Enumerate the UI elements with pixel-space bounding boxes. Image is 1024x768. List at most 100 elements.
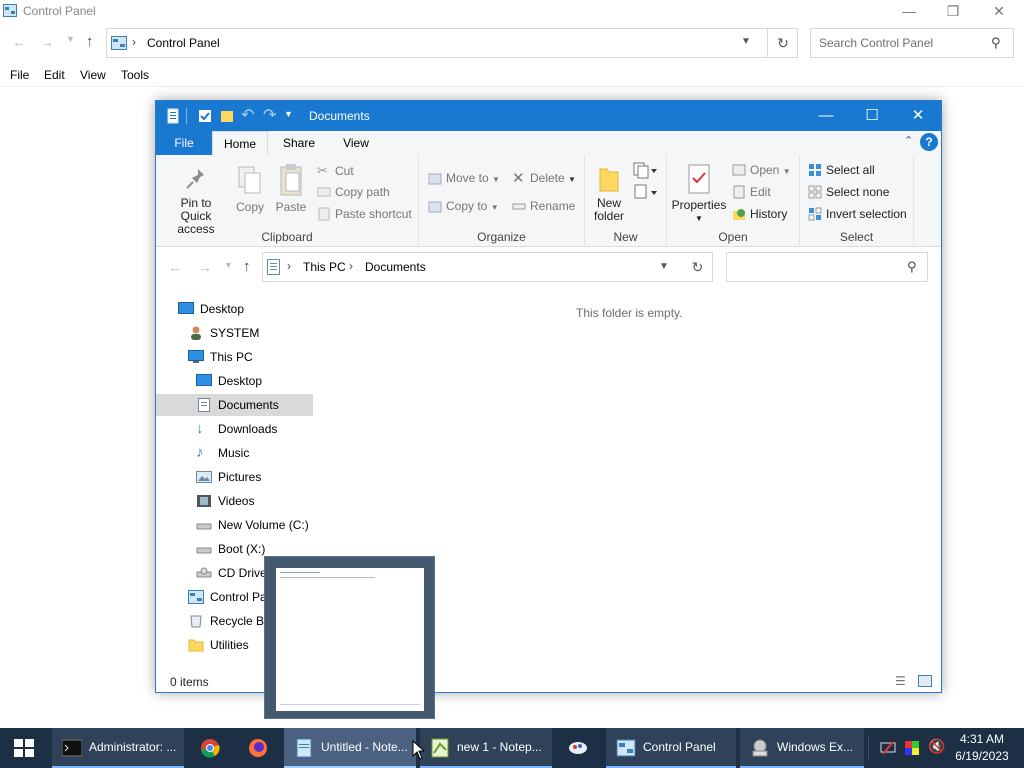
back-icon[interactable]: ← — [168, 259, 182, 275]
explorer-title-bar[interactable]: ↶ ↷ ▼ Documents — ☐ ✕ — [156, 101, 941, 131]
recent-locations-icon[interactable]: ▼ — [224, 260, 233, 270]
search-icon[interactable]: ⚲ — [907, 259, 917, 275]
menu-file[interactable]: File — [10, 68, 29, 82]
copy-to-button[interactable]: Copy to ▼ — [428, 199, 499, 213]
collapse-ribbon-icon[interactable]: ⌃ — [904, 134, 913, 147]
delete-button[interactable]: ✕ Delete ▼ — [512, 169, 576, 187]
breadcrumb-this-pc[interactable]: This PC — [303, 260, 346, 274]
up-icon[interactable]: ↑ — [86, 33, 94, 50]
up-icon[interactable]: ↑ — [243, 258, 251, 275]
paste-shortcut-label: Paste shortcut — [335, 207, 412, 221]
taskbar-item-paint[interactable] — [556, 728, 602, 768]
new-item-icon[interactable] — [633, 161, 657, 179]
explorer-address-bar[interactable]: › This PC › Documents ▼ — [262, 252, 713, 282]
pin-to-quick-access-button[interactable]: Pin to Quick access — [160, 167, 232, 236]
control-panel-icon — [188, 590, 204, 604]
easy-access-icon[interactable] — [633, 183, 657, 201]
help-icon[interactable]: ? — [920, 133, 938, 151]
status-item-count: 0 items — [170, 675, 209, 689]
volume-muted-icon[interactable]: 🔇 — [928, 738, 945, 755]
tab-file[interactable]: File — [156, 131, 212, 155]
organize-group-label: Organize — [477, 230, 526, 244]
menu-edit[interactable]: Edit — [44, 68, 65, 82]
new-folder-button[interactable]: New folder — [589, 165, 629, 223]
control-panel-address-bar[interactable]: › Control Panel ▼ ↻ — [106, 28, 798, 58]
notepad-preview-page — [276, 568, 424, 711]
downloads-icon: ↓ — [196, 420, 204, 437]
explorer-search-box[interactable]: ⚲ — [726, 252, 928, 282]
history-label: History — [750, 207, 788, 221]
close-button[interactable]: ✕ — [895, 101, 941, 131]
chevron-down-icon[interactable]: ▼ — [741, 36, 751, 47]
refresh-icon[interactable]: ↻ — [767, 29, 798, 57]
chevron-down-icon[interactable]: ▼ — [659, 261, 669, 272]
checkmark-icon[interactable] — [197, 108, 213, 124]
chevron-right-icon[interactable]: › — [132, 35, 136, 49]
chevron-down-icon: ▼ — [568, 175, 576, 184]
notepad-icon — [296, 738, 312, 758]
close-button[interactable]: ✕ — [976, 0, 1022, 24]
copy-button[interactable]: Copy — [232, 165, 268, 214]
taskbar-thumbnail-preview[interactable] — [264, 556, 435, 719]
recent-locations-icon[interactable]: ▼ — [66, 34, 75, 44]
invert-selection-button[interactable]: Invert selection — [808, 207, 907, 221]
move-to-button[interactable]: Move to ▼ — [428, 171, 500, 185]
copy-path-button[interactable]: Copy path — [317, 185, 390, 199]
start-button[interactable] — [0, 728, 48, 768]
breadcrumb-documents[interactable]: Documents — [365, 260, 426, 274]
properties-button[interactable]: Properties ▼ — [671, 163, 727, 225]
tab-view[interactable]: View — [330, 131, 382, 155]
taskbar-item-windows-explorer[interactable]: Windows Ex... — [740, 728, 864, 768]
tab-home[interactable]: Home — [212, 131, 268, 155]
control-panel-search-box[interactable]: Search Control Panel ⚲ — [810, 28, 1014, 58]
menu-view[interactable]: View — [80, 68, 106, 82]
history-button[interactable]: History — [732, 207, 787, 221]
details-view-icon[interactable]: ☰ — [895, 674, 906, 688]
chevron-right-icon[interactable]: › — [349, 259, 353, 273]
color-picker-icon[interactable] — [904, 740, 920, 756]
customize-toolbar-icon[interactable]: ▼ — [284, 109, 300, 125]
open-button[interactable]: Open ▼ — [732, 163, 791, 177]
documents-icon — [267, 259, 280, 275]
minimize-button[interactable]: — — [803, 101, 849, 131]
tray-divider — [868, 736, 869, 760]
back-icon[interactable]: ← — [12, 34, 26, 50]
large-icons-view-icon[interactable] — [918, 675, 932, 687]
redo-icon[interactable]: ↷ — [263, 105, 279, 124]
rename-button[interactable]: Rename — [512, 199, 575, 213]
minimize-button[interactable]: — — [886, 0, 932, 24]
empty-folder-message: This folder is empty. — [576, 306, 683, 320]
taskbar-item-control-panel[interactable]: Control Panel — [606, 728, 736, 768]
taskbar-item-chrome[interactable] — [188, 728, 232, 768]
new-group: New folder New — [585, 155, 667, 247]
taskbar-item-firefox[interactable] — [236, 728, 280, 768]
forward-icon[interactable]: → — [40, 34, 54, 50]
control-panel-title-bar[interactable]: Control Panel — ❐ ✕ — [0, 0, 1024, 24]
taskbar-item-admin-cmd[interactable]: Administrator: ... — [52, 728, 184, 768]
tree-item-documents[interactable]: Documents — [156, 394, 313, 416]
select-none-button[interactable]: Select none — [808, 185, 889, 199]
taskbar-item-untitled-notepad[interactable]: Untitled - Note... — [284, 728, 416, 768]
select-all-button[interactable]: Select all — [808, 163, 875, 177]
cut-button[interactable]: ✂ Cut — [317, 163, 354, 178]
search-icon[interactable]: ⚲ — [991, 35, 1001, 51]
edit-button[interactable]: Edit — [732, 185, 771, 199]
system-clock[interactable]: 4:31 AM 6/19/2023 — [950, 731, 1014, 765]
properties-icon[interactable] — [165, 108, 181, 124]
refresh-icon[interactable]: ↻ — [683, 252, 713, 282]
forward-icon[interactable]: → — [198, 259, 212, 275]
menu-tools[interactable]: Tools — [121, 68, 149, 82]
paste-shortcut-button[interactable]: Paste shortcut — [317, 207, 412, 221]
network-icon[interactable] — [880, 740, 896, 756]
paste-button[interactable]: Paste — [272, 163, 310, 214]
maximize-button[interactable]: ☐ — [849, 101, 895, 131]
taskbar-item-notepad-plus[interactable]: new 1 - Notep... — [420, 728, 552, 768]
undo-icon[interactable]: ↶ — [241, 105, 257, 124]
chevron-right-icon[interactable]: › — [287, 259, 291, 273]
tab-share[interactable]: Share — [268, 131, 330, 155]
recycle-bin-icon — [190, 615, 202, 628]
new-folder-icon[interactable] — [219, 108, 235, 124]
maximize-button[interactable]: ❐ — [930, 0, 976, 24]
new-group-label: New — [613, 230, 638, 244]
clipboard-group: Pin to Quick access Copy Paste ✂ Cut Copy… — [156, 155, 419, 247]
